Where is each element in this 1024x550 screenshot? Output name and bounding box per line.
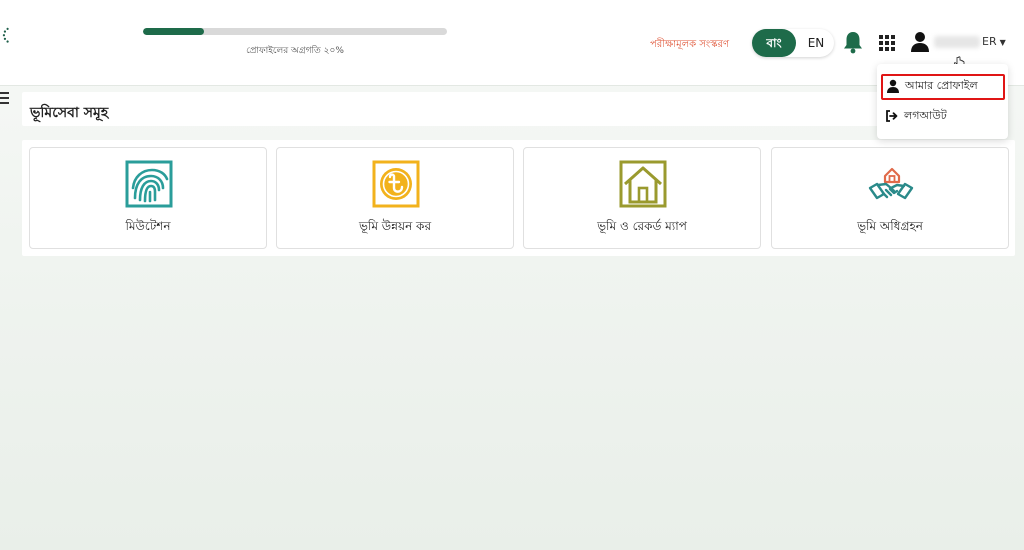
user-name-text: ER (982, 35, 997, 48)
service-label: ভূমি অধিগ্রহন (857, 219, 923, 233)
user-icon (887, 79, 899, 93)
menu-toggle-icon[interactable] (0, 92, 10, 106)
trial-version-link[interactable]: পরীক্ষামূলক সংস্করণ (650, 37, 729, 54)
service-label: ভূমি ও রেকর্ড ম্যাপ (597, 219, 687, 233)
menu-item-my-profile[interactable]: আমার প্রোফাইল (881, 74, 1005, 100)
service-card-land-tax[interactable]: ভূমি উন্নয়ন কর (276, 147, 514, 249)
progress-label: প্রোফাইলের অগ্রগতি ২০% (246, 46, 344, 56)
service-label: মিউটেশন (125, 219, 171, 233)
house-icon (619, 160, 667, 208)
chevron-down-icon: ▼ (999, 38, 1006, 47)
progress-fill (143, 28, 204, 35)
logout-icon (886, 110, 898, 122)
handshake-icon (868, 167, 914, 200)
redacted-username (934, 36, 980, 48)
section-title: ভূমিসেবা সমূহ (30, 105, 109, 121)
menu-item-logout[interactable]: লগআউট (885, 104, 1003, 128)
taka-coin-icon (372, 160, 420, 208)
language-toggle[interactable]: বাং EN (752, 29, 834, 57)
service-card-land-acquisition[interactable]: ভূমি অধিগ্রহন (771, 147, 1009, 249)
notification-bell-icon[interactable] (842, 30, 864, 54)
apps-grid-icon[interactable] (878, 34, 896, 52)
logo[interactable]: া (0, 22, 10, 48)
service-card-land-record-map[interactable]: ভূমি ও রেকর্ড ম্যাপ (523, 147, 761, 249)
progress-track (143, 28, 447, 35)
services-panel: মিউটেশন ভূমি উন্নয়ন কর ভূমি ও রেকর্ড ম্… (22, 140, 1015, 256)
user-menu-dropdown: আমার প্রোফাইল লগআউট (877, 64, 1008, 139)
menu-item-label: আমার প্রোফাইল (905, 79, 978, 92)
user-avatar-icon[interactable] (910, 31, 930, 53)
lang-bn-button[interactable]: বাং (752, 29, 796, 57)
menu-item-label: লগআউট (904, 109, 947, 122)
service-card-mutation[interactable]: মিউটেশন (29, 147, 267, 249)
user-name-dropdown[interactable]: ER ▼ (934, 35, 1006, 51)
section-header: ভূমিসেবা সমূহ (22, 92, 1007, 126)
top-header: া প্রোফাইলের অগ্রগতি ২০% পরীক্ষামূলক সংস… (0, 0, 1024, 86)
profile-progress: প্রোফাইলের অগ্রগতি ২০% (143, 28, 447, 58)
fingerprint-icon (125, 160, 173, 208)
service-label: ভূমি উন্নয়ন কর (358, 219, 432, 233)
lang-en-button[interactable]: EN (802, 29, 830, 57)
